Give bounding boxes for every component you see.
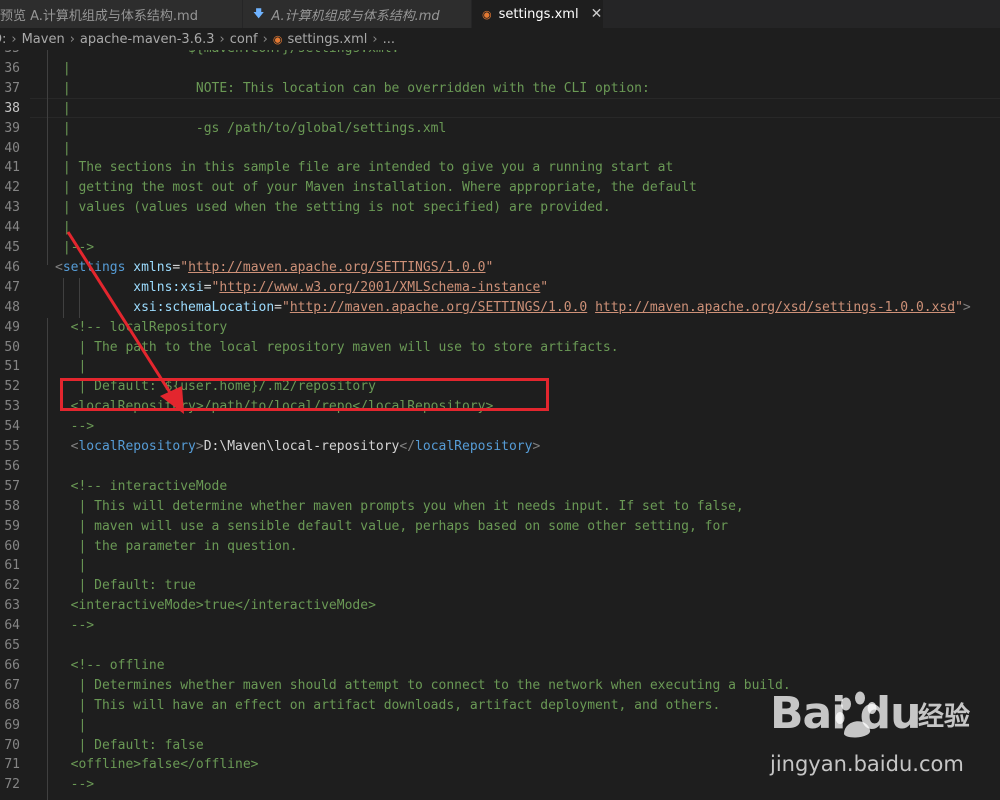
annotation-arrow — [66, 231, 184, 414]
watermark-url: jingyan.baidu.com — [770, 752, 964, 776]
watermark-cn: 经验 — [918, 702, 971, 732]
baidu-watermark: Bai du 经验 jingyan.baidu.com — [770, 688, 990, 788]
paw-icon — [835, 691, 877, 738]
